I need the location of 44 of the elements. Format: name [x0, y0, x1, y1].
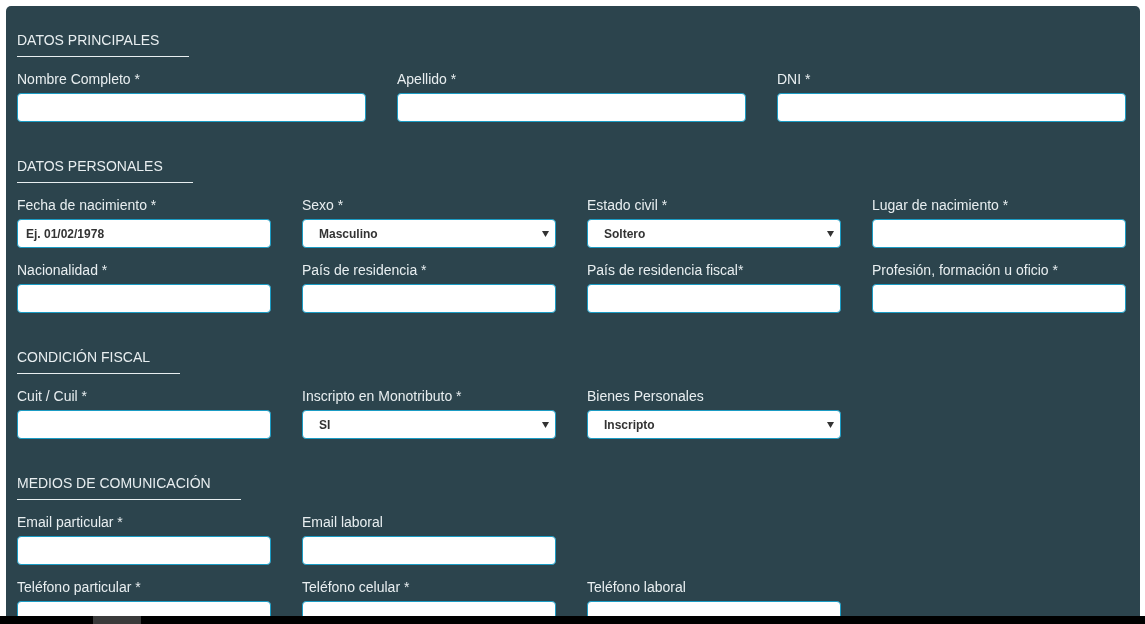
field-label: Teléfono celular *: [302, 578, 410, 596]
field-label: País de residencia fiscal*: [587, 261, 744, 279]
scrollbar-thumb[interactable]: [93, 616, 141, 624]
caret-icon: [827, 230, 834, 237]
field-label: Email laboral: [302, 513, 383, 531]
field-label: Bienes Personales: [587, 387, 704, 405]
field-label: Email particular *: [17, 513, 123, 531]
section-heading: DATOS PRINCIPALES: [17, 32, 160, 48]
caret-icon: [827, 421, 834, 428]
field-label: Nombre Completo *: [17, 70, 140, 88]
input-field[interactable]: [302, 284, 556, 313]
input-field[interactable]: [777, 93, 1126, 122]
field-label: Nacionalidad *: [17, 261, 108, 279]
input-field[interactable]: [872, 284, 1126, 313]
field-label: Teléfono particular *: [17, 578, 141, 596]
field-label: Fecha de nacimiento *: [17, 196, 157, 214]
field-label: Cuit / Cuil *: [17, 387, 88, 405]
field-label: Apellido *: [397, 70, 457, 88]
input-field[interactable]: [17, 410, 271, 439]
field-label: País de residencia *: [302, 261, 427, 279]
dropdown[interactable]: Soltero: [587, 219, 841, 248]
section-heading: DATOS PERSONALES: [17, 158, 163, 174]
input-field[interactable]: [17, 284, 271, 313]
dropdown[interactable]: Inscripto: [587, 410, 841, 439]
section-heading: MEDIOS DE COMUNICACIÓN: [17, 475, 211, 491]
input-field[interactable]: Ej. 01/02/1978: [17, 219, 271, 248]
section-heading: CONDICIÓN FISCAL: [17, 349, 150, 365]
input-field[interactable]: [17, 93, 366, 122]
input-field[interactable]: [872, 219, 1126, 248]
input-field[interactable]: [17, 536, 271, 565]
input-field[interactable]: [397, 93, 746, 122]
input-field[interactable]: [302, 536, 556, 565]
field-label: Teléfono laboral: [587, 578, 686, 596]
field-label: Lugar de nacimiento *: [872, 196, 1009, 214]
caret-icon: [542, 421, 549, 428]
caret-icon: [542, 230, 549, 237]
field-label: Estado civil *: [587, 196, 668, 214]
field-label: DNI *: [777, 70, 811, 88]
dropdown[interactable]: Masculino: [302, 219, 556, 248]
field-label: Sexo *: [302, 196, 344, 214]
field-label: Inscripto en Monotributo *: [302, 387, 462, 405]
field-label: Profesión, formación u oficio *: [872, 261, 1058, 279]
dropdown[interactable]: SI: [302, 410, 556, 439]
input-field[interactable]: [587, 284, 841, 313]
